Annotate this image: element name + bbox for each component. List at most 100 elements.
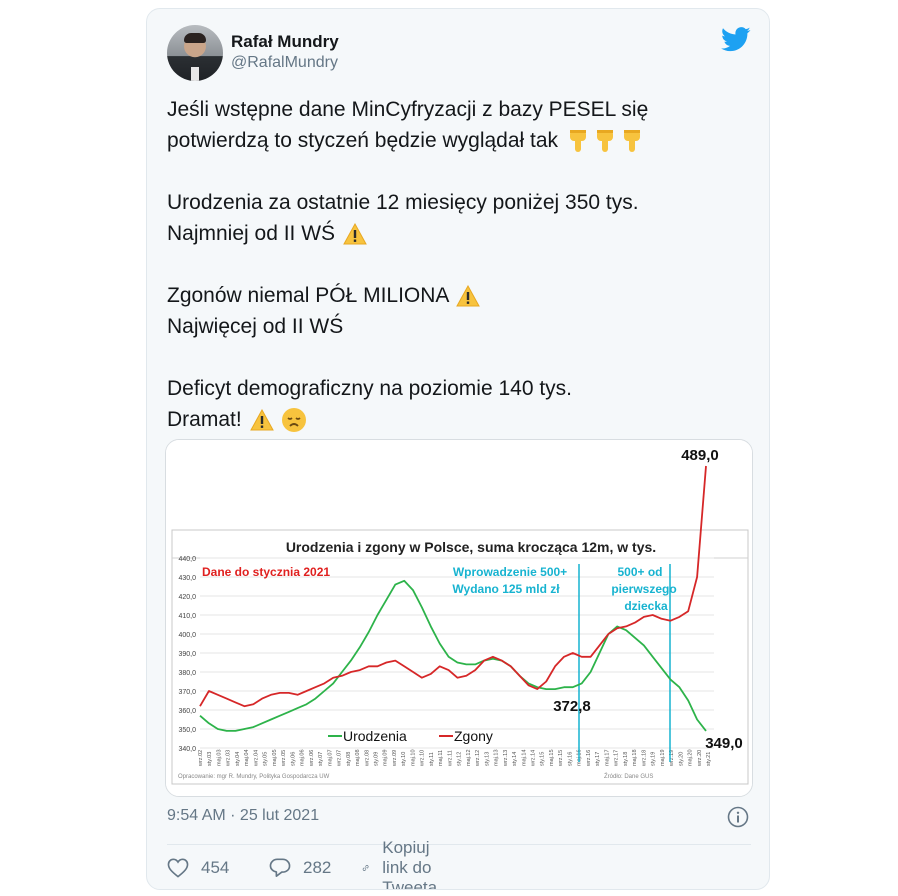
legend-deaths: Zgony bbox=[454, 728, 493, 744]
annotation-dziecka: dziecka bbox=[624, 599, 668, 613]
like-count: 454 bbox=[201, 858, 230, 877]
y-tick-label: 340,0 bbox=[178, 746, 196, 753]
x-tick-label: wrz.05 bbox=[281, 750, 287, 767]
annotation-pierwszego: pierwszego bbox=[611, 582, 676, 596]
x-tick-label: wrz.11 bbox=[447, 750, 453, 767]
x-tick-label: wrz.12 bbox=[475, 750, 481, 767]
y-tick-label: 350,0 bbox=[178, 727, 196, 734]
x-tick-label: wrz.17 bbox=[614, 750, 620, 767]
x-tick-label: maj.11 bbox=[438, 750, 444, 766]
author-handle[interactable]: @RafalMundry bbox=[231, 54, 338, 72]
author-avatar[interactable] bbox=[167, 25, 223, 81]
x-tick-label: sty.21 bbox=[706, 752, 712, 766]
pointing-down-emoji-icon bbox=[569, 130, 640, 153]
x-tick-label: sty.09 bbox=[373, 752, 379, 766]
data-label-deaths-peak: 489,0 bbox=[681, 447, 719, 464]
x-tick-label: wrz.09 bbox=[392, 750, 398, 767]
chart-title: Urodzenia i zgony w Polsce, suma krocząc… bbox=[286, 539, 656, 555]
chart-footer-source: Źródło: Dane GUS bbox=[604, 773, 653, 780]
x-tick-label: wrz.02 bbox=[198, 750, 204, 767]
x-tick-label: maj.20 bbox=[688, 749, 694, 766]
x-tick-label: sty.07 bbox=[318, 752, 324, 766]
x-tick-label: maj.04 bbox=[244, 749, 250, 766]
x-tick-label: maj.09 bbox=[383, 749, 389, 766]
y-tick-label: 380,0 bbox=[178, 670, 196, 677]
annotation-125mld: Wydano 125 mld zł bbox=[452, 582, 560, 596]
x-tick-label: wrz.14 bbox=[531, 750, 537, 767]
x-tick-label: maj.17 bbox=[604, 749, 610, 766]
x-tick-label: sty.18 bbox=[623, 752, 629, 766]
tweet-line-7: Deficyt demograficzny na poziomie 140 ty… bbox=[167, 377, 573, 400]
x-tick-label: sty.19 bbox=[651, 752, 657, 766]
x-tick-label: maj.14 bbox=[521, 749, 527, 766]
x-tick-label: wrz.18 bbox=[641, 750, 647, 767]
tweet-image-chart[interactable]: Urodzenia i zgony w Polsce, suma krocząc… bbox=[165, 439, 753, 797]
annotation-500plus-od: 500+ od bbox=[617, 565, 662, 579]
x-tick-label: sty.20 bbox=[678, 752, 684, 766]
annotation-500plus: Wprowadzenie 500+ bbox=[453, 565, 567, 579]
heart-icon bbox=[167, 858, 189, 878]
annotation-data-range: Dane do stycznia 2021 bbox=[202, 565, 330, 579]
x-tick-label: wrz.08 bbox=[364, 750, 370, 767]
author-name[interactable]: Rafał Mundry bbox=[231, 32, 339, 52]
x-tick-label: maj.19 bbox=[660, 749, 666, 766]
x-tick-label: wrz.20 bbox=[697, 750, 703, 767]
tweet-line-3: Urodzenia za ostatnie 12 miesięcy poniże… bbox=[167, 191, 639, 214]
x-tick-label: sty.12 bbox=[457, 752, 463, 766]
x-tick-label: maj.03 bbox=[216, 749, 222, 766]
x-tick-label: sty.03 bbox=[207, 752, 213, 766]
warning-emoji-icon bbox=[249, 409, 274, 431]
y-tick-label: 360,0 bbox=[178, 708, 196, 715]
x-tick-label: maj.07 bbox=[327, 749, 333, 766]
x-tick-label: maj.13 bbox=[494, 749, 500, 766]
data-label-births-last: 349,0 bbox=[705, 735, 743, 752]
x-tick-label: wrz.03 bbox=[226, 750, 232, 767]
like-button[interactable]: 454 bbox=[167, 855, 229, 881]
copy-link-button[interactable]: Kopiuj link do Tweeta bbox=[361, 838, 450, 889]
x-tick-label: wrz.13 bbox=[503, 750, 509, 767]
tweet-card: Rafał Mundry @RafalMundry Jeśli wstępne … bbox=[146, 8, 770, 890]
x-tick-label: sty.11 bbox=[429, 752, 435, 766]
legend-births: Urodzenia bbox=[343, 728, 407, 744]
tweet-timestamp[interactable]: 9:54 AM · 25 lut 2021 bbox=[167, 807, 319, 825]
divider bbox=[167, 844, 751, 845]
tweet-line-8: Dramat! bbox=[167, 408, 242, 431]
x-tick-label: sty.06 bbox=[290, 752, 296, 766]
x-tick-label: sty.17 bbox=[595, 752, 601, 766]
twitter-logo-icon[interactable] bbox=[721, 27, 751, 52]
tweet-text: Jeśli wstępne dane MinCyfryzacji z bazy … bbox=[167, 94, 747, 435]
x-tick-label: maj.15 bbox=[549, 749, 555, 766]
y-tick-label: 420,0 bbox=[178, 594, 196, 601]
x-tick-label: sty.13 bbox=[484, 752, 490, 766]
data-label-births-2016: 372,8 bbox=[553, 698, 591, 715]
y-tick-label: 410,0 bbox=[178, 613, 196, 620]
x-tick-label: wrz.16 bbox=[586, 750, 592, 767]
warning-emoji-icon bbox=[343, 223, 367, 245]
x-tick-label: sty.15 bbox=[540, 752, 546, 766]
tweet-line-2: potwierdzą to styczeń będzie wyglądał ta… bbox=[167, 129, 559, 152]
info-icon[interactable] bbox=[727, 806, 749, 828]
x-tick-label: sty.08 bbox=[346, 752, 352, 766]
reply-count: 282 bbox=[303, 858, 332, 877]
x-tick-label: sty.16 bbox=[567, 752, 573, 766]
warning-emoji-icon bbox=[456, 285, 480, 307]
x-tick-label: maj.05 bbox=[272, 749, 278, 766]
reply-button[interactable]: 282 bbox=[269, 855, 331, 881]
y-tick-label: 430,0 bbox=[178, 575, 196, 582]
x-tick-label: wrz.06 bbox=[309, 750, 315, 767]
x-tick-label: sty.04 bbox=[235, 752, 241, 766]
copy-link-label: Kopiuj link do Tweeta bbox=[382, 838, 438, 890]
y-tick-label: 370,0 bbox=[178, 689, 196, 696]
reply-bubble-icon bbox=[269, 858, 291, 877]
y-tick-label: 390,0 bbox=[178, 651, 196, 658]
tweet-line-5: Zgonów niemal PÓŁ MILIONA bbox=[167, 284, 449, 307]
x-tick-label: sty.05 bbox=[263, 752, 269, 766]
x-tick-label: wrz.15 bbox=[558, 750, 564, 767]
chart: Urodzenia i zgony w Polsce, suma krocząc… bbox=[166, 440, 752, 796]
x-tick-label: wrz.04 bbox=[253, 750, 259, 767]
x-tick-label: maj.10 bbox=[410, 749, 416, 766]
x-tick-label: maj.18 bbox=[632, 749, 638, 766]
x-tick-label: sty.14 bbox=[512, 752, 518, 766]
y-tick-label: 440,0 bbox=[178, 556, 196, 563]
x-tick-label: sty.10 bbox=[401, 752, 407, 766]
